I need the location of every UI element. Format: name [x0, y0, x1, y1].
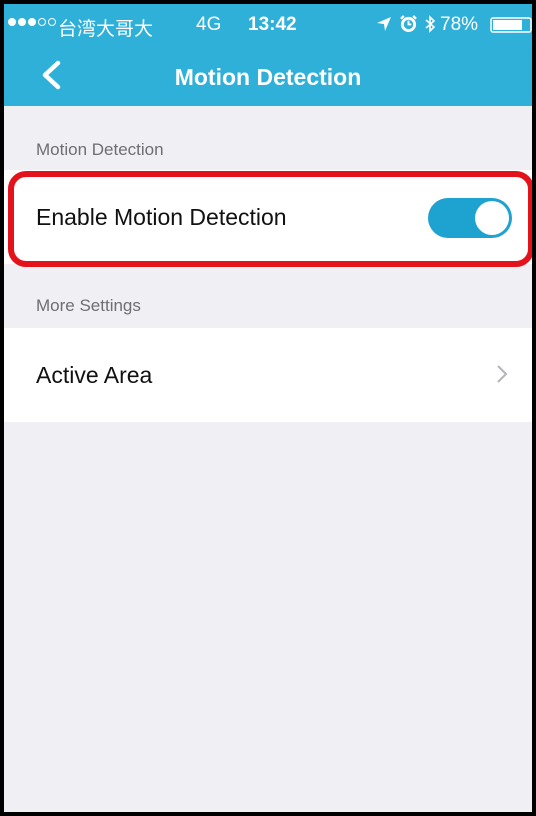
- signal-dot: [48, 18, 56, 26]
- signal-dot: [38, 18, 46, 26]
- active-area-row[interactable]: Active Area: [4, 328, 532, 422]
- chevron-right-icon: [497, 365, 508, 383]
- signal-dot: [18, 18, 26, 26]
- battery-icon: [490, 17, 532, 33]
- app-screen: 台湾大哥大 4G 13:42 78% Motion Detection Moti…: [0, 0, 536, 816]
- location-arrow-icon: [377, 17, 391, 31]
- app-header: 台湾大哥大 4G 13:42 78% Motion Detection: [4, 4, 532, 106]
- section-header-motion-detection: Motion Detection: [36, 140, 164, 159]
- bluetooth-icon: [425, 15, 436, 33]
- signal-dot: [8, 18, 16, 26]
- active-area-label: Active Area: [36, 361, 153, 388]
- toggle-knob: [475, 201, 509, 235]
- enable-motion-detection-label: Enable Motion Detection: [36, 203, 287, 230]
- page-title: Motion Detection: [174, 64, 362, 90]
- signal-strength-icon: [8, 18, 56, 26]
- enable-motion-detection-row[interactable]: Enable Motion Detection: [4, 170, 532, 264]
- section-header-more-settings: More Settings: [36, 296, 141, 315]
- navigation-bar: Motion Detection: [4, 44, 532, 106]
- status-time: 13:42: [248, 14, 297, 35]
- signal-dot: [28, 18, 36, 26]
- carrier-name: 台湾大哥大: [58, 19, 154, 40]
- motion-detection-toggle[interactable]: [428, 198, 512, 238]
- battery-percentage: 78%: [440, 14, 479, 35]
- network-type: 4G: [196, 14, 222, 35]
- status-bar: 台湾大哥大 4G 13:42 78%: [4, 4, 532, 44]
- alarm-clock-icon: [400, 15, 417, 32]
